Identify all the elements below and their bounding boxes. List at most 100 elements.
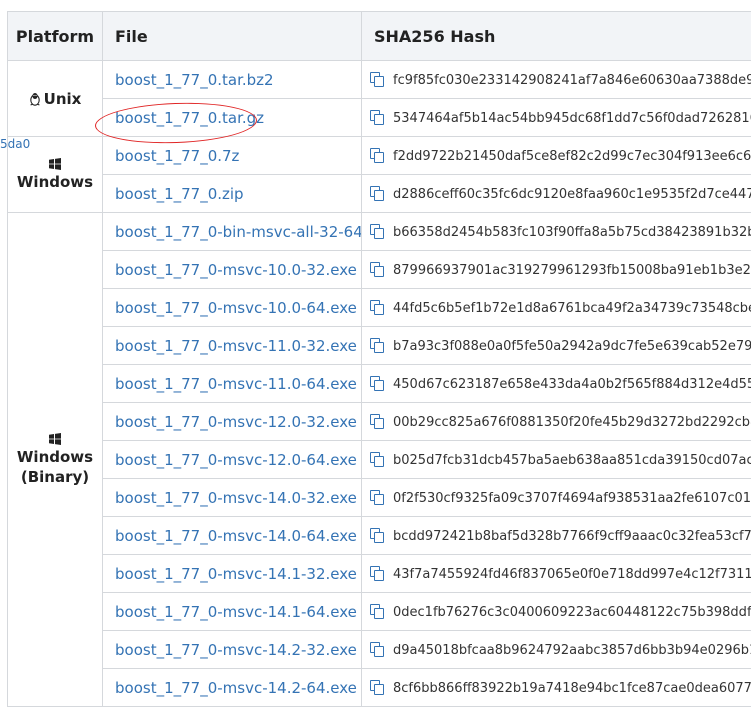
table-row: boost_1_77_0-msvc-14.0-32.exe 0f2f530cf9…: [8, 478, 751, 517]
file-link[interactable]: boost_1_77_0-msvc-14.0-32.exe: [115, 489, 357, 507]
file-link[interactable]: boost_1_77_0-msvc-11.0-32.exe: [115, 337, 357, 355]
file-cell: boost_1_77_0-msvc-14.1-64.exe: [102, 592, 362, 631]
copy-icon[interactable]: [370, 603, 384, 619]
file-link[interactable]: boost_1_77_0.zip: [115, 185, 244, 203]
file-link[interactable]: boost_1_77_0.7z: [115, 147, 239, 165]
table-row: boost_1_77_0-msvc-14.2-32.exe d9a45018bf…: [8, 630, 751, 669]
copy-icon[interactable]: [370, 71, 384, 87]
file-link[interactable]: boost_1_77_0-bin-msvc-all-32-64.7z: [115, 223, 361, 241]
table-row: boost_1_77_0.tar.gz 5347464af5b14ac54bb9…: [8, 98, 751, 137]
file-cell: boost_1_77_0-msvc-12.0-32.exe: [102, 402, 362, 441]
copy-icon[interactable]: [370, 489, 384, 505]
hash-value: b7a93c3f088e0a0f5fe50a2942a9dc7fe5e639ca…: [393, 338, 751, 354]
table-row: boost_1_77_0-msvc-12.0-32.exe 00b29cc825…: [8, 402, 751, 441]
hash-value: 5347464af5b14ac54bb945dc68f1dd7c56f0dad7…: [393, 110, 751, 126]
platform-label: Windows: [16, 447, 94, 466]
platform-label: Unix: [43, 89, 82, 108]
header-hash: SHA256 Hash: [361, 11, 751, 61]
table-row: Unix boost_1_77_0.tar.bz2 fc9f85fc030e23…: [7, 60, 751, 137]
file-link[interactable]: boost_1_77_0-msvc-12.0-64.exe: [115, 451, 357, 469]
windows-logo-icon: [49, 157, 61, 170]
hash-cell: 44fd5c6b5ef1b72e1d8a6761bca49f2a34739c73…: [361, 288, 751, 327]
table-row: boost_1_77_0-msvc-11.0-64.exe 450d67c623…: [8, 364, 751, 403]
file-link[interactable]: boost_1_77_0-msvc-10.0-32.exe: [115, 261, 357, 279]
copy-icon[interactable]: [370, 185, 384, 201]
file-cell: boost_1_77_0-msvc-10.0-32.exe: [102, 250, 362, 289]
hash-value: 43f7a7455924fd46f837065e0f0e718dd997e4c1…: [393, 566, 751, 582]
copy-icon[interactable]: [370, 223, 384, 239]
header-file: File: [102, 11, 362, 61]
hash-value: 8cf6bb866ff83922b19a7418e94bc1fce87cae0d…: [393, 680, 751, 696]
hash-cell: d9a45018bfcaa8b9624792aabc3857d6bb3b94e0…: [361, 630, 751, 669]
hash-value: d2886ceff60c35fc6dc9120e8faa960c1e9535f2…: [393, 186, 751, 202]
file-link[interactable]: boost_1_77_0-msvc-14.2-32.exe: [115, 641, 357, 659]
hash-value: fc9f85fc030e233142908241af7a846e60630aa7…: [393, 72, 751, 88]
copy-icon[interactable]: [370, 261, 384, 277]
file-link[interactable]: boost_1_77_0-msvc-14.1-64.exe: [115, 603, 357, 621]
copy-icon[interactable]: [370, 147, 384, 163]
stray-fragment-text: 5da0: [0, 137, 31, 151]
table-row: boost_1_77_0-msvc-10.0-32.exe 8799669379…: [8, 250, 751, 289]
hash-cell: fc9f85fc030e233142908241af7a846e60630aa7…: [361, 60, 751, 99]
hash-cell: 8cf6bb866ff83922b19a7418e94bc1fce87cae0d…: [361, 668, 751, 707]
file-link[interactable]: boost_1_77_0-msvc-12.0-32.exe: [115, 413, 357, 431]
file-link[interactable]: boost_1_77_0.tar.gz: [115, 109, 264, 127]
file-cell: boost_1_77_0-msvc-10.0-64.exe: [102, 288, 362, 327]
hash-value: 44fd5c6b5ef1b72e1d8a6761bca49f2a34739c73…: [393, 300, 751, 316]
linux-penguin-icon: [29, 92, 40, 106]
table-row: boost_1_77_0-msvc-14.1-32.exe 43f7a74559…: [8, 554, 751, 593]
file-link[interactable]: boost_1_77_0-msvc-14.0-64.exe: [115, 527, 357, 545]
hash-value: 450d67c623187e658e433da4a0b2f565f884d312…: [393, 376, 751, 392]
file-cell: boost_1_77_0-msvc-14.0-64.exe: [102, 516, 362, 555]
hash-value: b025d7fcb31dcb457ba5aeb638aa851cda39150c…: [393, 452, 751, 468]
file-link[interactable]: boost_1_77_0-msvc-11.0-64.exe: [115, 375, 357, 393]
copy-icon[interactable]: [370, 299, 384, 315]
file-cell: boost_1_77_0-bin-msvc-all-32-64.7z: [102, 212, 362, 251]
hash-cell: bcdd972421b8baf5d328b7766f9cff9aaac0c32f…: [361, 516, 751, 555]
hash-value: f2dd9722b21450daf5ce8ef82c2d99c7ec304f91…: [393, 148, 751, 164]
hash-value: 879966937901ac319279961293fb15008ba91eb1…: [393, 262, 751, 278]
hash-value: bcdd972421b8baf5d328b7766f9cff9aaac0c32f…: [393, 528, 751, 544]
file-link[interactable]: boost_1_77_0-msvc-14.2-64.exe: [115, 679, 357, 697]
hash-cell: f2dd9722b21450daf5ce8ef82c2d99c7ec304f91…: [361, 136, 751, 175]
hash-cell: d2886ceff60c35fc6dc9120e8faa960c1e9535f2…: [361, 174, 751, 213]
file-cell: boost_1_77_0-msvc-14.1-32.exe: [102, 554, 362, 593]
copy-icon[interactable]: [370, 679, 384, 695]
table-row: boost_1_77_0-msvc-14.1-64.exe 0dec1fb762…: [8, 592, 751, 631]
copy-icon[interactable]: [370, 337, 384, 353]
downloads-table: Platform File SHA256 Hash Unix boost_1_7…: [7, 11, 751, 707]
hash-cell: 5347464af5b14ac54bb945dc68f1dd7c56f0dad7…: [361, 98, 751, 137]
file-link[interactable]: boost_1_77_0.tar.bz2: [115, 71, 274, 89]
copy-icon[interactable]: [370, 641, 384, 657]
platform-label: Windows: [16, 172, 94, 191]
table-row: boost_1_77_0-msvc-14.2-64.exe 8cf6bb866f…: [8, 668, 751, 707]
table-row: boost_1_77_0-msvc-14.0-64.exe bcdd972421…: [8, 516, 751, 555]
file-cell: boost_1_77_0.tar.gz: [102, 98, 362, 137]
copy-icon[interactable]: [370, 109, 384, 125]
hash-value: 0f2f530cf9325fa09c3707f4694af938531aa2fe…: [393, 490, 751, 506]
hash-cell: 0dec1fb76276c3c0400609223ac60448122c75b3…: [361, 592, 751, 631]
copy-icon[interactable]: [370, 565, 384, 581]
table-row: boost_1_77_0-msvc-12.0-64.exe b025d7fcb3…: [8, 440, 751, 479]
hash-cell: 0f2f530cf9325fa09c3707f4694af938531aa2fe…: [361, 478, 751, 517]
hash-cell: 450d67c623187e658e433da4a0b2f565f884d312…: [361, 364, 751, 403]
file-link[interactable]: boost_1_77_0-msvc-10.0-64.exe: [115, 299, 357, 317]
header-row: Platform File SHA256 Hash: [7, 11, 751, 61]
platform-windows-binary: Windows (Binary): [7, 212, 103, 707]
copy-icon[interactable]: [370, 375, 384, 391]
file-link[interactable]: boost_1_77_0-msvc-14.1-32.exe: [115, 565, 357, 583]
platform-unix: Unix: [7, 60, 103, 137]
file-cell: boost_1_77_0-msvc-14.2-64.exe: [102, 668, 362, 707]
hash-value: 00b29cc825a676f0881350f20fe45b29d3272bd2…: [393, 414, 751, 430]
hash-cell: 879966937901ac319279961293fb15008ba91eb1…: [361, 250, 751, 289]
copy-icon[interactable]: [370, 451, 384, 467]
file-cell: boost_1_77_0-msvc-14.2-32.exe: [102, 630, 362, 669]
table-row: Windows (Binary) boost_1_77_0-bin-msvc-a…: [7, 212, 751, 707]
hash-cell: 00b29cc825a676f0881350f20fe45b29d3272bd2…: [361, 402, 751, 441]
hash-cell: b66358d2454b583fc103f90ffa8a5b75cd384238…: [361, 212, 751, 251]
table-row: Windows boost_1_77_0.7z f2dd9722b21450da…: [7, 136, 751, 213]
copy-icon[interactable]: [370, 527, 384, 543]
file-cell: boost_1_77_0-msvc-12.0-64.exe: [102, 440, 362, 479]
hash-value: 0dec1fb76276c3c0400609223ac60448122c75b3…: [393, 604, 751, 620]
copy-icon[interactable]: [370, 413, 384, 429]
